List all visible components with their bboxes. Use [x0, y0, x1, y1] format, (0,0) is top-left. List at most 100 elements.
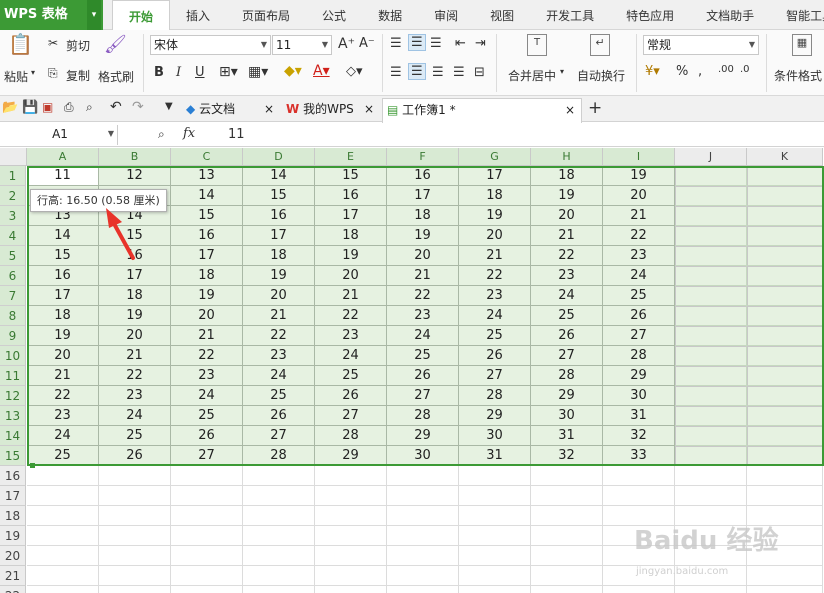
empty-cell[interactable]: [747, 586, 823, 593]
menu-tab[interactable]: 插入: [170, 0, 226, 30]
grid-cell[interactable]: 14: [243, 166, 315, 186]
doc-tab-mywps[interactable]: W 我的WPS ×: [282, 98, 378, 122]
grid-cell[interactable]: 26: [99, 446, 171, 466]
grid-cell[interactable]: 23: [387, 306, 459, 326]
grid-cell[interactable]: 25: [387, 346, 459, 366]
grid-cell[interactable]: 25: [243, 386, 315, 406]
row-header[interactable]: 22: [0, 586, 26, 593]
merge-center-icon[interactable]: T: [527, 34, 547, 56]
zoom-formula-icon[interactable]: ⌕: [158, 127, 165, 142]
copy-button[interactable]: 复制: [66, 67, 90, 84]
empty-cell[interactable]: [747, 426, 823, 446]
grid-cell[interactable]: 27: [603, 326, 675, 346]
decrease-font-icon[interactable]: A⁻: [359, 36, 375, 51]
grid-cell[interactable]: 17: [459, 166, 531, 186]
grid-cell[interactable]: 29: [387, 426, 459, 446]
empty-cell[interactable]: [747, 166, 823, 186]
borders-icon[interactable]: ⊞▾: [219, 64, 238, 80]
grid-cell[interactable]: 27: [387, 386, 459, 406]
empty-cell[interactable]: [747, 186, 823, 206]
grid-cell[interactable]: 21: [315, 286, 387, 306]
grid-cell[interactable]: 24: [315, 346, 387, 366]
empty-cell[interactable]: [27, 466, 99, 486]
grid-cell[interactable]: 28: [603, 346, 675, 366]
percent-icon[interactable]: %: [676, 64, 688, 79]
grid-cell[interactable]: 25: [27, 446, 99, 466]
empty-cell[interactable]: [315, 566, 387, 586]
empty-cell[interactable]: [747, 306, 823, 326]
row-header[interactable]: 18: [0, 506, 26, 526]
grid-cell[interactable]: 24: [27, 426, 99, 446]
empty-cell[interactable]: [387, 466, 459, 486]
grid-cell[interactable]: 28: [387, 406, 459, 426]
grid-cell[interactable]: 18: [243, 246, 315, 266]
empty-cell[interactable]: [675, 426, 747, 446]
empty-cell[interactable]: [747, 246, 823, 266]
row-header[interactable]: 21: [0, 566, 26, 586]
align-bottom-icon[interactable]: ☰: [430, 36, 442, 51]
grid-cell[interactable]: 15: [315, 166, 387, 186]
grid-cell[interactable]: 25: [315, 366, 387, 386]
currency-icon[interactable]: ¥▾: [645, 64, 660, 79]
grid-cell[interactable]: 26: [171, 426, 243, 446]
empty-cell[interactable]: [171, 546, 243, 566]
column-header[interactable]: H: [531, 148, 603, 166]
empty-cell[interactable]: [171, 466, 243, 486]
empty-cell[interactable]: [387, 506, 459, 526]
row-header[interactable]: 1: [0, 166, 26, 186]
font-name-select[interactable]: 宋体 ▼: [150, 35, 271, 55]
grid-cell[interactable]: 27: [459, 366, 531, 386]
grid-cell[interactable]: 17: [315, 206, 387, 226]
empty-cell[interactable]: [675, 486, 747, 506]
menu-tab[interactable]: 文档助手: [690, 0, 770, 30]
grid-cell[interactable]: 21: [459, 246, 531, 266]
cell-style-icon[interactable]: ▦▾: [248, 64, 268, 80]
row-header[interactable]: 9: [0, 326, 26, 346]
grid-cell[interactable]: 31: [459, 446, 531, 466]
grid-cell[interactable]: 20: [531, 206, 603, 226]
empty-cell[interactable]: [747, 366, 823, 386]
empty-cell[interactable]: [99, 586, 171, 593]
close-icon[interactable]: ×: [264, 98, 274, 120]
menu-tab[interactable]: 开发工具: [530, 0, 610, 30]
column-header[interactable]: B: [99, 148, 171, 166]
grid-cell[interactable]: 30: [603, 386, 675, 406]
grid-cell[interactable]: 23: [171, 366, 243, 386]
menu-tab[interactable]: 智能工具箱: [770, 0, 824, 30]
grid-cell[interactable]: 23: [603, 246, 675, 266]
empty-cell[interactable]: [243, 546, 315, 566]
empty-cell[interactable]: [747, 226, 823, 246]
empty-cell[interactable]: [747, 286, 823, 306]
merge-center-button[interactable]: 合并居中: [508, 67, 556, 84]
grid-cell[interactable]: 11: [27, 166, 99, 186]
grid-cell[interactable]: 13: [171, 166, 243, 186]
insert-function-button[interactable]: fx: [183, 126, 195, 141]
grid-cell[interactable]: 30: [531, 406, 603, 426]
empty-cell[interactable]: [27, 486, 99, 506]
grid-cell[interactable]: 27: [243, 426, 315, 446]
empty-cell[interactable]: [531, 526, 603, 546]
empty-cell[interactable]: [675, 326, 747, 346]
empty-cell[interactable]: [459, 566, 531, 586]
grid-cell[interactable]: 16: [27, 266, 99, 286]
grid-cell[interactable]: 26: [459, 346, 531, 366]
paste-button[interactable]: 粘贴: [4, 68, 28, 85]
empty-cell[interactable]: [675, 386, 747, 406]
empty-cell[interactable]: [531, 466, 603, 486]
grid-cell[interactable]: 30: [459, 426, 531, 446]
grid-cell[interactable]: 22: [459, 266, 531, 286]
clear-format-icon[interactable]: ◇▾: [346, 64, 363, 79]
row-header[interactable]: 2: [0, 186, 26, 206]
grid-cell[interactable]: 21: [99, 346, 171, 366]
row-header[interactable]: 7: [0, 286, 26, 306]
empty-cell[interactable]: [459, 546, 531, 566]
empty-cell[interactable]: [243, 506, 315, 526]
grid-cell[interactable]: 19: [243, 266, 315, 286]
empty-cell[interactable]: [27, 506, 99, 526]
empty-cell[interactable]: [459, 526, 531, 546]
cut-icon[interactable]: ✂: [48, 36, 58, 50]
row-header[interactable]: 8: [0, 306, 26, 326]
empty-cell[interactable]: [171, 526, 243, 546]
empty-cell[interactable]: [675, 226, 747, 246]
empty-cell[interactable]: [387, 546, 459, 566]
